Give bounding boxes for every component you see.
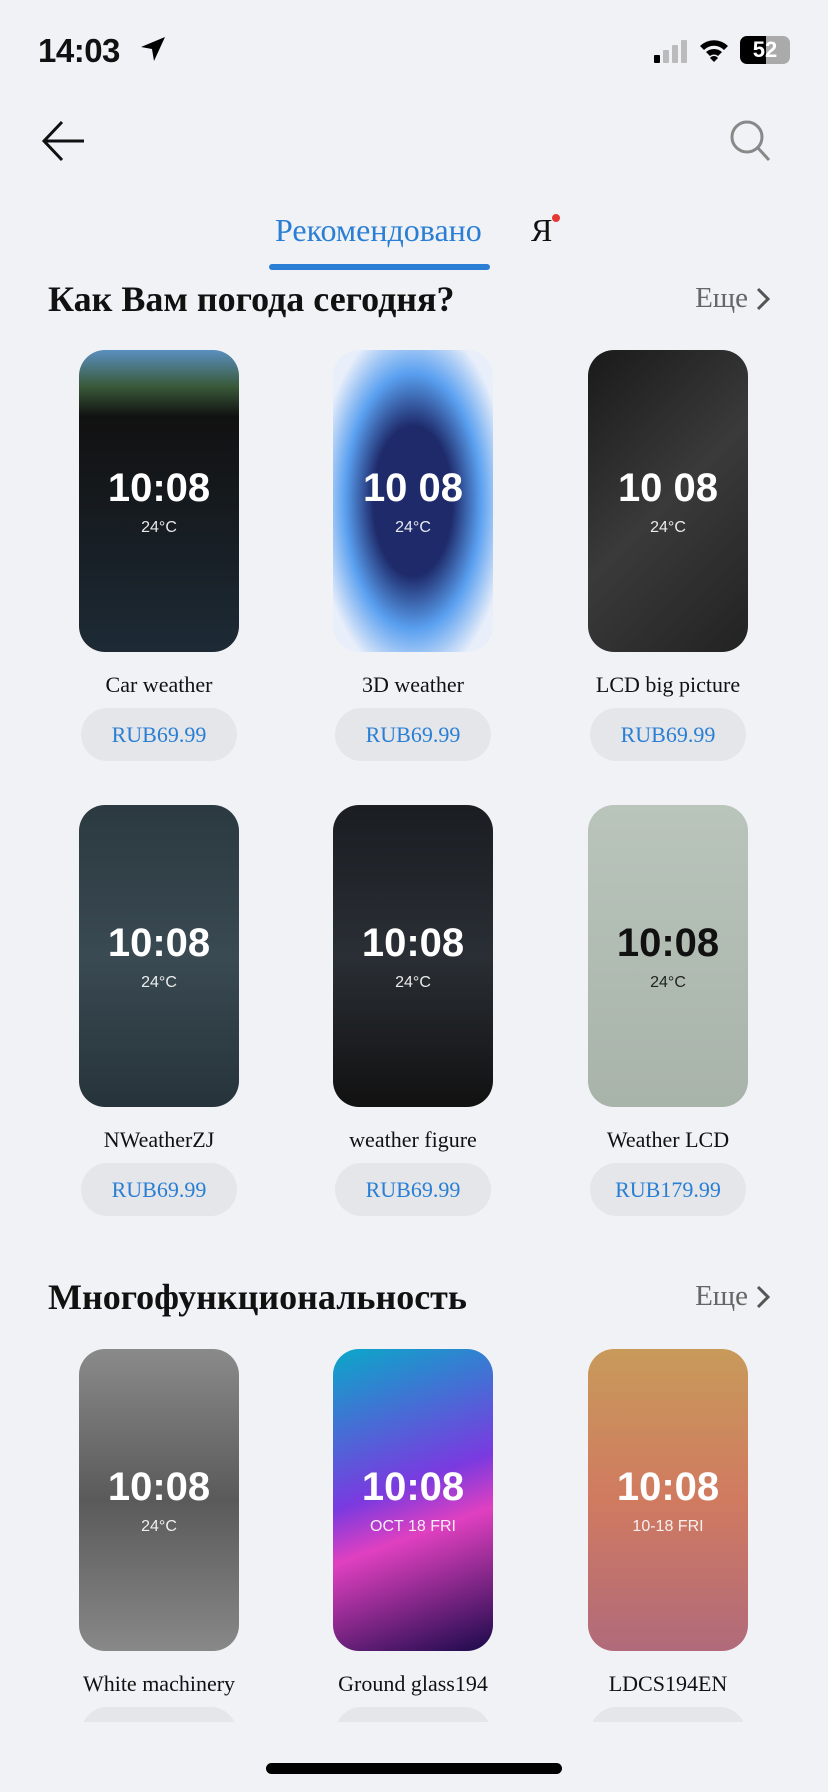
watch-face-preview[interactable]: 10:08 24°C [588, 805, 748, 1107]
face-info: 24°C [650, 973, 686, 991]
price-button[interactable]: RUB69.99 [335, 708, 491, 761]
chevron-right-icon [756, 1285, 770, 1308]
tab-me[interactable]: Я [531, 212, 552, 249]
watch-face-card[interactable]: 10:08 10-18 FRI LDCS194EN RUB179.99 [578, 1349, 758, 1760]
watch-face-preview[interactable]: 10:08 24°C [79, 1349, 239, 1651]
section-title-weather: Как Вам погода сегодня? [48, 279, 455, 319]
watch-face-card[interactable]: 10:08 24°C Weather LCD RUB179.99 [578, 805, 758, 1216]
watch-face-name: White machinery [82, 1671, 236, 1696]
price-button[interactable]: RUB179.99 [590, 1163, 746, 1216]
watch-face-card[interactable]: 10:08 24°C Car weather RUB69.99 [69, 350, 249, 761]
price-button[interactable]: RUB69.99 [81, 708, 237, 761]
notification-dot [552, 214, 560, 222]
cellular-signal-icon [654, 40, 687, 63]
face-time: 10:08 [107, 1464, 211, 1509]
price-button[interactable]: RUB69.99 [590, 708, 746, 761]
watch-face-card[interactable]: 10:08 24°C weather figure RUB69.99 [323, 805, 503, 1216]
face-info: 24°C [141, 973, 177, 991]
watch-face-preview[interactable]: 10:08 24°C [79, 805, 239, 1107]
watch-face-name: Car weather [105, 672, 213, 697]
face-time: 10:08 [616, 1464, 720, 1509]
more-label: Еще [695, 1280, 748, 1312]
watch-face-preview[interactable]: 10:08 24°C [79, 350, 239, 652]
watch-face-preview[interactable]: 10 08 24°C [333, 350, 493, 652]
watch-face-preview[interactable]: 10 08 24°C [588, 350, 748, 652]
scroll-clip [0, 1722, 828, 1792]
battery-indicator: 52 [740, 36, 790, 64]
face-time: 10:08 [361, 920, 465, 965]
watch-face-card[interactable]: 10:08 24°C NWeatherZJ RUB69.99 [69, 805, 249, 1216]
watch-face-card[interactable]: 10 08 24°C 3D weather RUB69.99 [323, 350, 503, 761]
location-arrow-icon [141, 37, 165, 61]
face-info: 24°C [395, 973, 431, 991]
chevron-right-icon [756, 287, 770, 310]
wifi-icon [700, 40, 728, 62]
face-info: 24°C [141, 1517, 177, 1535]
watch-face-name: LCD big picture [595, 672, 741, 697]
watch-face-card[interactable]: 10:08 OCT 18 FRI Ground glass194 RUB219.… [323, 1349, 503, 1760]
more-label: Еще [695, 282, 748, 314]
watch-face-preview[interactable]: 10:08 OCT 18 FRI [333, 1349, 493, 1651]
watch-face-preview[interactable]: 10:08 24°C [333, 805, 493, 1107]
more-link-weather[interactable]: Еще [695, 282, 770, 315]
back-arrow-icon[interactable] [40, 118, 90, 164]
face-time: 10:08 [107, 920, 211, 965]
home-indicator [266, 1763, 562, 1774]
section-title-multifunction: Многофункциональность [48, 1277, 467, 1317]
watch-face-preview[interactable]: 10:08 10-18 FRI [588, 1349, 748, 1651]
watch-face-name: LDCS194EN [608, 1671, 728, 1696]
search-icon[interactable] [728, 118, 772, 164]
face-info: 24°C [395, 518, 431, 536]
price-button[interactable]: RUB69.99 [335, 1163, 491, 1216]
watch-face-name: weather figure [349, 1127, 477, 1152]
tab-recommended[interactable]: Рекомендовано [275, 212, 482, 249]
face-time: 10:08 [616, 920, 720, 965]
face-time: 10 08 [362, 465, 464, 510]
face-time: 10:08 [107, 465, 211, 510]
status-time: 14:03 [38, 32, 120, 69]
active-tab-indicator [269, 264, 490, 270]
price-button[interactable]: RUB69.99 [81, 1163, 237, 1216]
more-link-multifunction[interactable]: Еще [695, 1280, 770, 1313]
watch-face-card[interactable]: 10 08 24°C LCD big picture RUB69.99 [578, 350, 758, 761]
face-time: 10:08 [361, 1464, 465, 1509]
face-info: 24°C [650, 518, 686, 536]
face-info: 10-18 FRI [632, 1517, 704, 1535]
face-info: 24°C [141, 518, 177, 536]
face-time: 10 08 [617, 465, 719, 510]
face-info: OCT 18 FRI [370, 1517, 456, 1535]
watch-face-name: NWeatherZJ [103, 1127, 215, 1152]
watch-face-name: 3D weather [361, 672, 464, 697]
tab-bar: Рекомендовано Я [0, 208, 828, 270]
watch-face-name: Ground glass194 [338, 1671, 488, 1696]
watch-face-name: Weather LCD [606, 1127, 730, 1152]
watch-face-card[interactable]: 10:08 24°C White machinery RUB69.99 [69, 1349, 249, 1760]
